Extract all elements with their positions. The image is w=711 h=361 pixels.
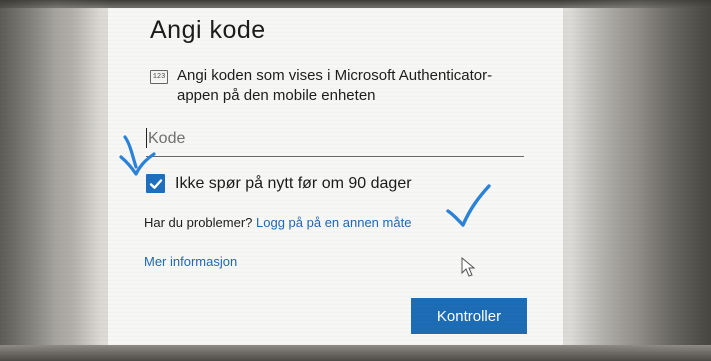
problem-text: Har du problemer? xyxy=(144,215,253,230)
mouse-pointer-icon xyxy=(461,257,475,277)
remember-checkbox[interactable] xyxy=(146,174,165,193)
page-title: Angi kode xyxy=(150,16,266,44)
text-cursor xyxy=(146,128,147,148)
checkmark-icon xyxy=(149,178,162,189)
verification-dialog: Angi kode 123 Angi koden som vises i Mic… xyxy=(108,8,563,345)
code-input[interactable] xyxy=(146,122,524,157)
instruction-text: Angi koden som vises i Microsoft Authent… xyxy=(177,67,493,104)
right-shadow xyxy=(565,0,711,361)
verify-button[interactable]: Kontroller xyxy=(411,298,527,334)
left-shadow xyxy=(0,0,110,361)
screen-bezel-bottom xyxy=(0,345,711,361)
remember-checkbox-row[interactable]: Ikke spør på nytt før om 90 dager xyxy=(146,174,412,193)
alt-signin-link[interactable]: Logg på på en annen måte xyxy=(256,215,411,230)
photo-screen: Angi kode 123 Angi koden som vises i Mic… xyxy=(0,0,711,361)
instruction-row: 123 Angi koden som vises i Microsoft Aut… xyxy=(150,66,530,106)
more-info-link[interactable]: Mer informasjon xyxy=(144,254,237,269)
problem-row: Har du problemer? Logg på på en annen må… xyxy=(144,215,411,230)
numeric-code-icon: 123 xyxy=(150,70,168,84)
remember-checkbox-label: Ikke spør på nytt før om 90 dager xyxy=(175,174,412,192)
